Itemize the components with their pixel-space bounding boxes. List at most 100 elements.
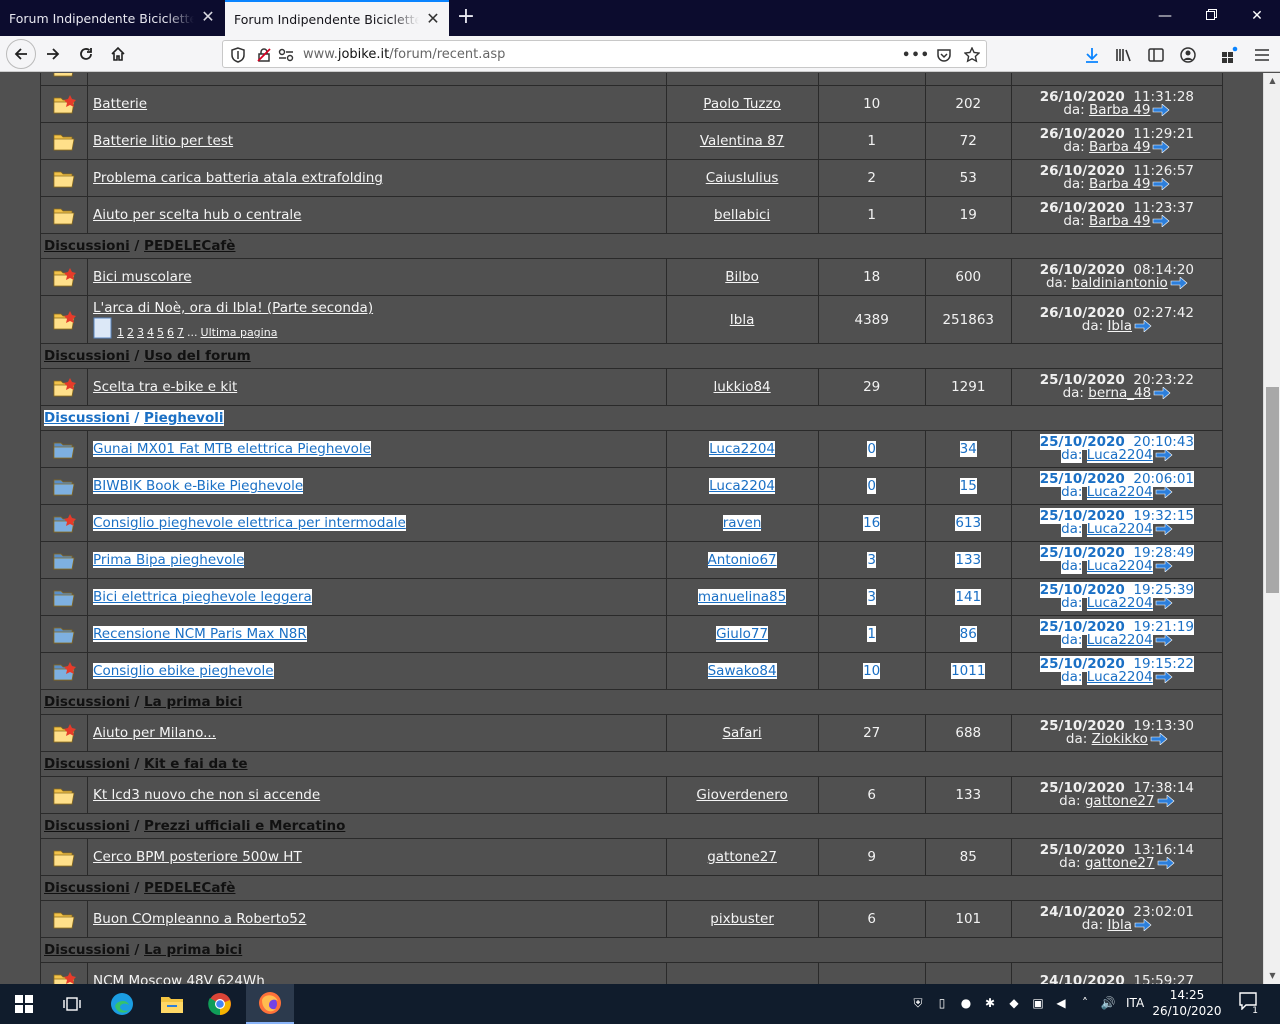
topic-author-link[interactable]: Giulo77 [716, 626, 769, 642]
topic-author-link[interactable]: Antonio67 [707, 552, 777, 568]
page-number-link[interactable]: 1 [117, 326, 124, 339]
tab-forum-1[interactable]: Forum Indipendente Biciclette Elettriche… [0, 0, 224, 36]
topic-author-link[interactable]: Luca2204 [709, 441, 776, 457]
subforum-link[interactable]: Kit e fai da te [144, 756, 248, 772]
close-tab-icon[interactable]: ✕ [425, 11, 441, 27]
restore-window-icon[interactable] [1188, 0, 1234, 32]
go-to-last-post-arrow-icon[interactable] [1153, 484, 1173, 500]
forum-link[interactable]: Discussioni [44, 756, 130, 772]
topic-title-link[interactable]: Gunai MX01 Fat MTB elettrica Pieghevole [93, 441, 371, 457]
last-post-author-link[interactable]: Luca2204 [1086, 558, 1153, 574]
update-icon[interactable]: ◆ [1005, 994, 1023, 1012]
topic-title-link[interactable]: Batterie [93, 96, 147, 112]
topic-author-link[interactable]: Luca2204 [709, 478, 776, 494]
close-window-icon[interactable]: ✕ [1234, 0, 1280, 32]
scroll-down-arrow-icon[interactable]: ▼ [1264, 968, 1280, 984]
topic-title-link[interactable]: Kt lcd3 nuovo che non si accende [93, 787, 320, 803]
forum-link[interactable]: Discussioni [44, 238, 130, 254]
pocket-icon[interactable] [935, 46, 953, 64]
last-post-author-link[interactable]: gattone27 [1085, 855, 1155, 871]
page-number-link[interactable]: 5 [157, 326, 164, 339]
chrome-icon[interactable] [196, 984, 244, 1024]
topic-title-link[interactable]: BIWBIK Book e-Bike Pieghevole [93, 478, 304, 494]
go-to-last-post-arrow-icon[interactable] [1132, 318, 1152, 334]
go-to-last-post-arrow-icon[interactable] [1153, 669, 1173, 685]
forward-arrow-icon[interactable] [39, 40, 67, 68]
last-page-link[interactable]: Ultima pagina [201, 326, 278, 339]
security-shield-icon[interactable]: ⛨ [909, 994, 927, 1012]
go-to-last-post-arrow-icon[interactable] [1153, 632, 1173, 648]
scroll-thumb[interactable] [1266, 387, 1279, 593]
go-to-last-post-arrow-icon[interactable] [1150, 213, 1170, 229]
go-to-last-post-arrow-icon[interactable] [1150, 176, 1170, 192]
minimize-window-icon[interactable]: — [1142, 0, 1188, 32]
topic-author-link[interactable]: Safari [722, 725, 761, 741]
last-post-author-link[interactable]: Ibla [1107, 318, 1132, 334]
go-to-last-post-arrow-icon[interactable] [1168, 275, 1188, 291]
go-to-last-post-arrow-icon[interactable] [1153, 595, 1173, 611]
topic-author-link[interactable]: gattone27 [707, 849, 777, 865]
notification-center-icon[interactable]: 1 [1236, 992, 1260, 1016]
topic-title-link[interactable]: Consiglio ebike pieghevole [93, 663, 274, 679]
forum-link[interactable]: Discussioni [44, 694, 130, 710]
topic-title-link[interactable]: Recensione NCM Paris Max N8R [93, 626, 307, 642]
topic-title-link[interactable]: Buon COmpleanno a Roberto52 [93, 911, 306, 927]
topic-title-link[interactable]: L'arca di Noè, ora di Ibla! (Parte secon… [93, 300, 373, 316]
topic-author-link[interactable]: Ibla [730, 312, 755, 328]
display-icon[interactable]: ▣ [1029, 994, 1047, 1012]
forum-link[interactable]: Discussioni [44, 348, 130, 364]
topic-title-link[interactable]: Consiglio pieghevole elettrica per inter… [93, 515, 406, 531]
go-to-last-post-arrow-icon[interactable] [1153, 558, 1173, 574]
firefox-icon[interactable] [246, 984, 294, 1024]
close-tab-icon[interactable]: ✕ [200, 9, 216, 25]
go-to-last-post-arrow-icon[interactable] [1150, 102, 1170, 118]
system-clock[interactable]: 14:25 26/10/2020 [1152, 987, 1222, 1019]
topic-title-link[interactable]: NCM Moscow 48V 624Wh [93, 973, 265, 984]
page-number-link[interactable]: 3 [137, 326, 144, 339]
topic-title-link[interactable]: Batterie litio per test [93, 133, 233, 149]
last-post-author-link[interactable]: Barba 49 [1089, 213, 1150, 229]
last-post-author-link[interactable]: Ibla [1107, 917, 1132, 933]
subforum-link[interactable]: La prima bici [144, 694, 242, 710]
insecure-lock-icon[interactable] [255, 46, 273, 64]
url-bar[interactable]: www.jobike.it/forum/recent.asp ••• [222, 40, 987, 68]
subforum-link[interactable]: Uso del forum [144, 348, 251, 364]
forum-link[interactable]: Discussioni [44, 818, 130, 834]
forum-link[interactable]: Discussioni [44, 942, 130, 958]
account-icon[interactable] [1178, 45, 1198, 65]
last-post-author-link[interactable]: Barba 49 [1089, 139, 1150, 155]
chat-app-icon[interactable]: ● [957, 994, 975, 1012]
subforum-link[interactable]: Prezzi ufficiali e Mercatino [144, 818, 345, 834]
topic-title-link[interactable]: Bici elettrica pieghevole leggera [93, 589, 312, 605]
topic-author-link[interactable]: CaiusIulius [706, 170, 779, 186]
tab-forum-2-active[interactable]: Forum Indipendente Biciclette Elettriche… [225, 0, 449, 36]
forum-link[interactable]: Discussioni [44, 880, 130, 896]
input-language[interactable]: ITA [1126, 996, 1144, 1010]
last-post-author-link[interactable]: baldiniantonio [1072, 275, 1168, 291]
last-post-author-link[interactable]: Luca2204 [1086, 521, 1153, 537]
go-to-last-post-arrow-icon[interactable] [1132, 917, 1152, 933]
topic-author-link[interactable]: pixbuster [710, 911, 774, 927]
permissions-icon[interactable] [277, 46, 295, 64]
page-number-link[interactable]: 7 [177, 326, 184, 339]
file-explorer-icon[interactable] [148, 984, 196, 1024]
topic-title-link[interactable]: Cerco BPM posteriore 500w HT [93, 849, 302, 865]
subforum-link[interactable]: PEDELECafè [144, 880, 235, 896]
last-post-author-link[interactable]: Ziokikko [1092, 731, 1148, 747]
topic-author-link[interactable]: lukkio84 [714, 379, 771, 395]
bookmark-star-icon[interactable] [963, 46, 981, 64]
go-to-last-post-arrow-icon[interactable] [1148, 731, 1168, 747]
bluetooth-icon[interactable]: ✱ [981, 994, 999, 1012]
vertical-scrollbar[interactable]: ▲ ▼ [1263, 73, 1280, 984]
page-number-link[interactable]: 4 [147, 326, 154, 339]
topic-title-link[interactable]: Aiuto per Milano... [93, 725, 216, 741]
topic-title-link[interactable]: Problema carica batteria atala extrafold… [93, 170, 383, 186]
subforum-link[interactable]: La prima bici [144, 942, 242, 958]
topic-author-link[interactable]: Valentina 87 [700, 133, 784, 149]
topic-author-link[interactable]: raven [722, 515, 762, 531]
last-post-author-link[interactable]: Luca2204 [1086, 484, 1153, 500]
topic-author-link[interactable]: manuelina85 [697, 589, 787, 605]
last-post-author-link[interactable]: Luca2204 [1086, 447, 1153, 463]
reload-icon[interactable] [72, 40, 100, 68]
edge-browser-icon[interactable] [98, 984, 146, 1024]
